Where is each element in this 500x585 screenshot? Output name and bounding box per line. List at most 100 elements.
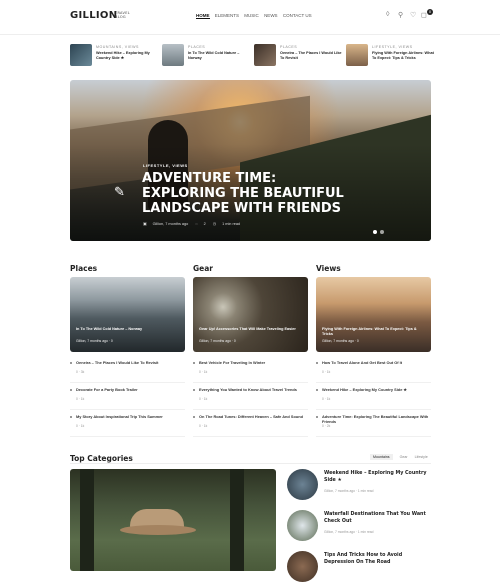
site-logo[interactable]: GILLION TRAVEL BLOG — [70, 10, 130, 21]
tree-trunk — [230, 469, 244, 571]
card-title[interactable]: Gear Up! Accessories That Will Make Trav… — [199, 327, 303, 332]
bullet — [316, 416, 318, 418]
list-item[interactable]: On The Road Tunes: Different Heaven – Sa… — [193, 414, 308, 437]
teaser-thumbnail[interactable] — [70, 44, 92, 66]
hero-overlay — [70, 80, 431, 241]
hero-read-time: 1 min read — [222, 222, 241, 226]
list-item-title[interactable]: Best Vehicle For Traveling In Winter — [199, 360, 307, 365]
teaser-thumbnail[interactable] — [346, 44, 368, 66]
cart-icon[interactable]: ◻ — [421, 11, 427, 19]
list-item-title[interactable]: Decorate For a Party Book Trailer — [76, 387, 184, 392]
list-item-title[interactable]: Everything You Wanted to Know About Trav… — [199, 387, 307, 392]
list-item[interactable]: Weekend Hike – Exploring My Country Side… — [316, 387, 431, 410]
teaser-category[interactable]: LIFESTYLE, VIEWS — [372, 45, 413, 49]
card-title[interactable]: In To The Wild Cold Nature – Norway — [76, 327, 180, 332]
post-thumbnail[interactable] — [287, 469, 318, 500]
list-item-title[interactable]: On The Road Tunes: Different Heaven – Sa… — [199, 414, 307, 419]
list-item[interactable]: Adventure Time: Exploring The Beautiful … — [316, 414, 431, 437]
tab-lifestyle[interactable]: Lifestyle — [415, 455, 428, 459]
card-author: Gillion, 7 months ago — [199, 339, 231, 343]
featured-card[interactable]: In To The Wild Cold Nature – Norway Gill… — [70, 277, 185, 352]
teaser-category[interactable]: MOUNTAINS, VIEWS — [96, 45, 139, 49]
cart-count-badge: 0 — [427, 9, 433, 15]
hero-comments[interactable]: 2 — [204, 222, 206, 226]
top-navbar: GILLION TRAVEL BLOG HOME ELEMENTS MUSIC … — [0, 0, 500, 35]
comment-icon: ◌ — [195, 222, 198, 226]
card-title[interactable]: Flying With Foreign Airlines: What To Ex… — [322, 327, 426, 337]
list-item[interactable]: Tips And Tricks How to Avoid Depression … — [287, 551, 431, 585]
bullet — [316, 389, 318, 391]
hero-title[interactable]: ADVENTURE TIME: EXPLORING THE BEAUTIFUL … — [142, 171, 352, 216]
post-thumbnail[interactable] — [287, 510, 318, 541]
list-item[interactable]: Waterfall Destinations That You Want Che… — [287, 510, 431, 544]
slider-dot[interactable] — [373, 230, 377, 234]
teaser-item[interactable]: PLACES In To The Wild Cold Nature – Norw… — [162, 44, 252, 68]
menu-item-music[interactable]: MUSIC — [244, 13, 259, 18]
teaser-item[interactable]: PLACES Oeneira – The Places I Would Like… — [254, 44, 344, 68]
tab-gear[interactable]: Gear — [400, 455, 408, 459]
list-item[interactable]: Best Vehicle For Traveling In Winter 0 · … — [193, 360, 308, 383]
clock-icon: ◷ — [212, 222, 217, 226]
hero-author[interactable]: Gillion, 7 months ago — [153, 222, 189, 226]
list-item[interactable]: Weekend Hike – Exploring My Country Side… — [287, 469, 431, 503]
teaser-strip: MOUNTAINS, VIEWS Weekend Hike – Explorin… — [70, 44, 434, 68]
column-heading[interactable]: Places — [70, 264, 185, 273]
heart-icon[interactable]: ♡ — [410, 11, 416, 19]
category-tabs: Mountains Gear Lifestyle — [370, 454, 434, 460]
hero-category[interactable]: LIFESTYLE, VIEWS — [143, 163, 188, 168]
featured-card[interactable]: Gear Up! Accessories That Will Make Trav… — [193, 277, 308, 352]
nav-icons: ◊ ⚲ ♡ ◻ 0 — [384, 9, 434, 21]
list-item[interactable]: How To Travel Alone And Get Best Out Of … — [316, 360, 431, 383]
column-heading[interactable]: Views — [316, 264, 431, 273]
teaser-category[interactable]: PLACES — [188, 45, 205, 49]
list-item-title[interactable]: Weekend Hike – Exploring My Country Side… — [322, 387, 430, 392]
list-item-meta: 0 · 1k — [322, 370, 331, 374]
bullet — [70, 362, 72, 364]
featured-card[interactable]: Flying With Foreign Airlines: What To Ex… — [316, 277, 431, 352]
tree-trunk — [80, 469, 94, 571]
menu-item-elements[interactable]: ELEMENTS — [215, 13, 239, 18]
list-item[interactable]: My Story About Inspirational Trip This S… — [70, 414, 185, 437]
tab-mountains[interactable]: Mountains — [370, 454, 393, 460]
list-item[interactable]: Decorate For a Party Book Trailer 0 · 1k — [70, 387, 185, 410]
post-thumbnail[interactable] — [287, 551, 318, 582]
teaser-thumbnail[interactable] — [254, 44, 276, 66]
list-item-title[interactable]: Oeneira – The Places I Would Like To Rev… — [76, 360, 184, 365]
bell-icon[interactable]: ◊ — [386, 11, 389, 18]
teaser-title[interactable]: Weekend Hike – Exploring My Country Side… — [96, 51, 158, 61]
card-meta: Gillion, 7 months ago · 0 — [322, 339, 359, 343]
list-item-title[interactable]: Weekend Hike – Exploring My Country Side… — [324, 471, 430, 484]
list-item-title[interactable]: Tips And Tricks How to Avoid Depression … — [324, 553, 430, 566]
teaser-title[interactable]: In To The Wild Cold Nature – Norway — [188, 51, 250, 61]
menu-item-home[interactable]: HOME — [196, 13, 210, 19]
column-places: Places In To The Wild Cold Nature – Norw… — [70, 264, 185, 437]
list-item-meta: Gillion, 7 months ago · 1 min read — [324, 489, 374, 493]
slider-dot[interactable] — [380, 230, 384, 234]
bullet — [193, 362, 195, 364]
teaser-title[interactable]: Flying With Foreign Airlines: What To Ex… — [372, 51, 434, 61]
menu-item-news[interactable]: NEWS — [264, 13, 278, 18]
search-icon[interactable]: ⚲ — [398, 11, 403, 19]
teaser-category[interactable]: PLACES — [280, 45, 297, 49]
list-item-title[interactable]: How To Travel Alone And Get Best Out Of … — [322, 360, 430, 365]
teaser-thumbnail[interactable] — [162, 44, 184, 66]
list-item-title[interactable]: Waterfall Destinations That You Want Che… — [324, 512, 430, 525]
list-item-title[interactable]: Adventure Time: Exploring The Beautiful … — [322, 414, 430, 424]
list-item-title[interactable]: My Story About Inspirational Trip This S… — [76, 414, 184, 419]
hero-featured-post[interactable]: ✎ LIFESTYLE, VIEWS ADVENTURE TIME: EXPLO… — [70, 80, 431, 241]
card-author: Gillion, 7 months ago — [322, 339, 354, 343]
bullet — [70, 389, 72, 391]
category-featured-image[interactable] — [70, 469, 276, 571]
menu-item-contact[interactable]: CONTACT US — [283, 13, 312, 18]
list-item[interactable]: Oeneira – The Places I Would Like To Rev… — [70, 360, 185, 383]
bullet — [316, 362, 318, 364]
card-meta: Gillion, 7 months ago · 0 — [76, 339, 113, 343]
bullet — [193, 389, 195, 391]
teaser-item[interactable]: MOUNTAINS, VIEWS Weekend Hike – Explorin… — [70, 44, 160, 68]
teaser-item[interactable]: LIFESTYLE, VIEWS Flying With Foreign Air… — [346, 44, 436, 68]
teaser-title[interactable]: Oeneira – The Places I Would Like To Rev… — [280, 51, 342, 61]
list-item[interactable]: Everything You Wanted to Know About Trav… — [193, 387, 308, 410]
list-item-meta: 0 · 1k — [199, 397, 208, 401]
column-heading[interactable]: Gear — [193, 264, 308, 273]
hero-meta: ▣ Gillion, 7 months ago ◌ 2 ◷ 1 min read — [143, 221, 246, 226]
